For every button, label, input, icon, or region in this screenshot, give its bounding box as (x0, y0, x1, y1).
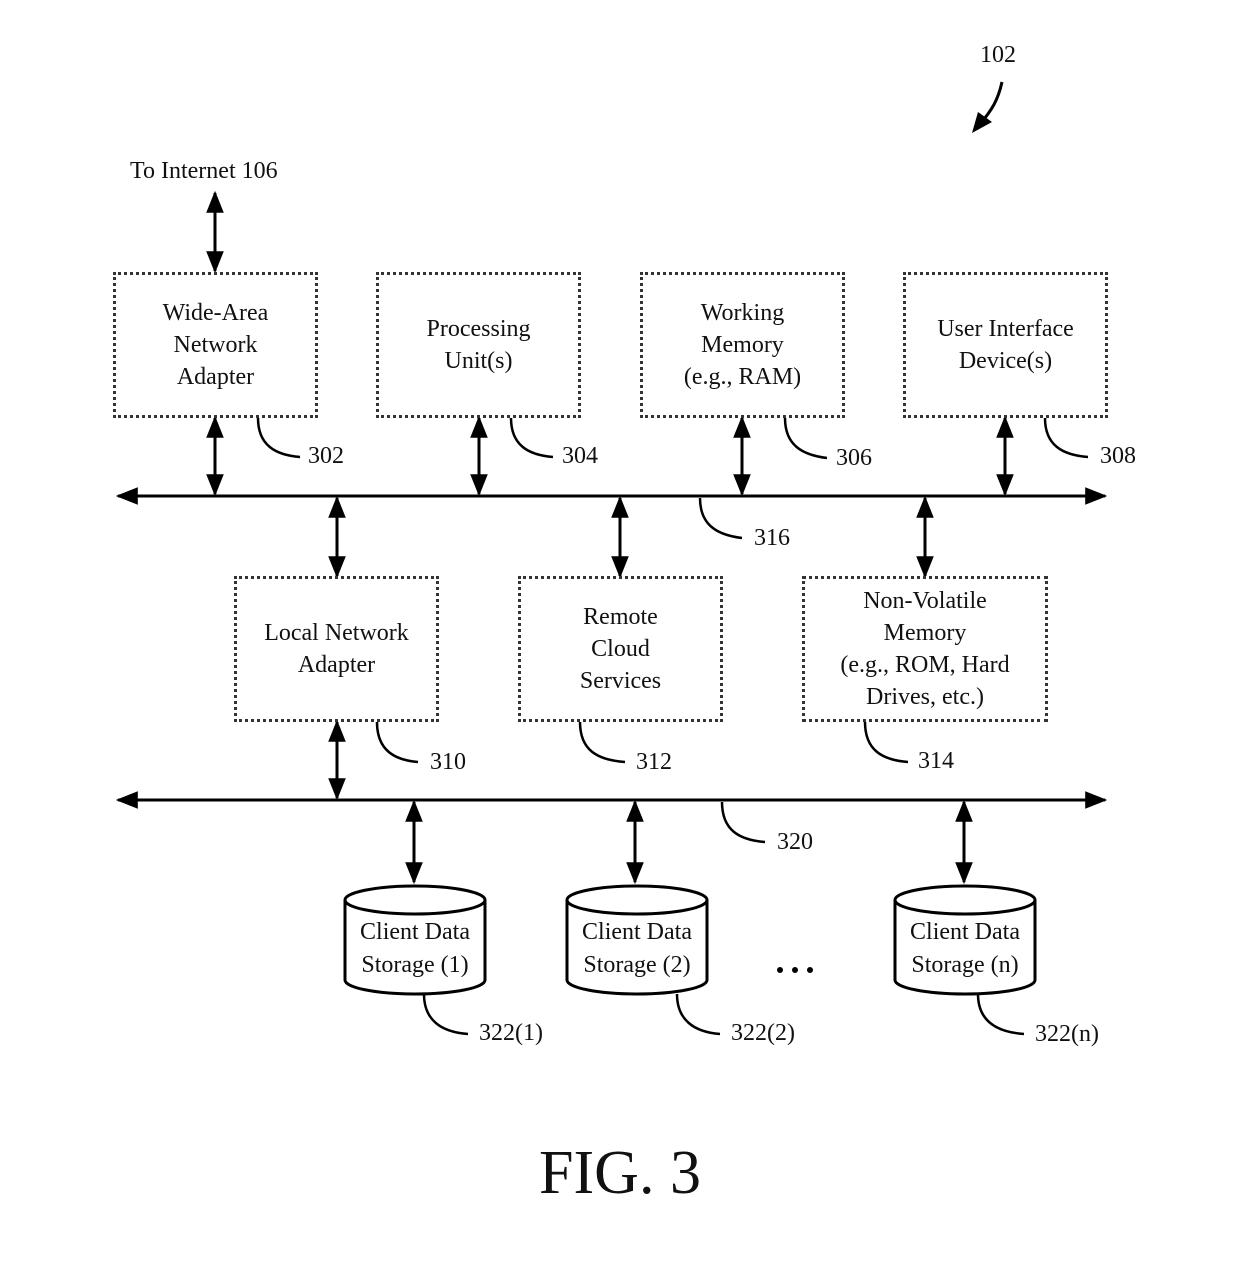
ref-316: 316 (754, 525, 790, 551)
box-line: Local Network (264, 620, 409, 646)
leader-322-1 (422, 993, 469, 1036)
box-line: Remote (583, 604, 658, 630)
ref-322-1: 322(1) (479, 1020, 543, 1046)
ref-322-n: 322(n) (1035, 1021, 1099, 1047)
cylinder-line: Client Data (910, 919, 1020, 945)
cylinder-line: Storage (1) (361, 952, 469, 978)
cylinder-line: Client Data (582, 919, 692, 945)
working-memory-box: Working Memory (e.g., RAM) (640, 272, 845, 418)
ref-304: 304 (562, 443, 598, 469)
user-interface-devices-box: User Interface Device(s) (903, 272, 1108, 418)
leader-314 (863, 721, 909, 764)
box-line: Memory (701, 332, 784, 358)
remote-cloud-services-box: Remote Cloud Services (518, 576, 723, 722)
cylinder-line: Client Data (360, 919, 470, 945)
box-line: User Interface (937, 316, 1074, 342)
box-line: Network (173, 332, 258, 358)
box-line: Cloud (591, 636, 650, 662)
cylinder-line: Storage (n) (911, 952, 1019, 978)
internet-label: To Internet 106 (130, 158, 278, 184)
ref-322-2: 322(2) (731, 1020, 795, 1046)
box-line: (e.g., ROM, Hard (840, 652, 1010, 678)
wide-area-network-adapter-box: Wide-Area Network Adapter (113, 272, 318, 418)
box-line: Processing (426, 316, 531, 342)
leader-304 (509, 417, 554, 459)
processing-unit-box: Processing Unit(s) (376, 272, 581, 418)
leader-322-n (976, 993, 1025, 1036)
leader-316 (698, 497, 743, 540)
ref-314: 314 (918, 748, 954, 774)
box-line: Adapter (297, 652, 376, 678)
box-line: Wide-Area (162, 300, 269, 326)
non-volatile-memory-box: Non-Volatile Memory (e.g., ROM, Hard Drives… (802, 576, 1048, 722)
client-data-storage-1: Client Data Storage (1) (342, 916, 488, 982)
ref-308: 308 (1100, 443, 1136, 469)
ref-320: 320 (777, 829, 813, 855)
box-line: Memory (883, 620, 967, 646)
box-line: Services (579, 668, 662, 694)
box-line: Device(s) (958, 348, 1053, 374)
ref-302: 302 (308, 443, 344, 469)
leader-312 (578, 721, 626, 764)
client-data-storage-2: Client Data Storage (2) (564, 916, 710, 982)
ellipsis (777, 967, 813, 973)
box-line: Adapter (176, 364, 255, 390)
leader-322-2 (675, 993, 721, 1036)
box-line: Working (700, 300, 785, 326)
leader-306 (783, 417, 828, 460)
leader-302 (256, 417, 301, 459)
box-line: (e.g., RAM) (683, 364, 802, 390)
cylinder-line: Storage (2) (583, 952, 691, 978)
leader-308 (1043, 417, 1089, 459)
box-line: Unit(s) (444, 348, 513, 374)
client-data-storage-n: Client Data Storage (n) (892, 916, 1038, 982)
box-line: Drives, etc.) (866, 684, 984, 710)
ref-310: 310 (430, 749, 466, 775)
leader-320 (720, 801, 766, 844)
ref-306: 306 (836, 445, 872, 471)
figure-ref-label: 102 (980, 42, 1016, 68)
figure-ref-arrowhead (972, 112, 992, 133)
leader-310 (375, 721, 419, 764)
box-line: Non-Volatile (863, 588, 987, 614)
figure-caption: FIG. 3 (539, 1139, 701, 1207)
local-network-adapter-box: Local Network Adapter (234, 576, 439, 722)
ref-312: 312 (636, 749, 672, 775)
